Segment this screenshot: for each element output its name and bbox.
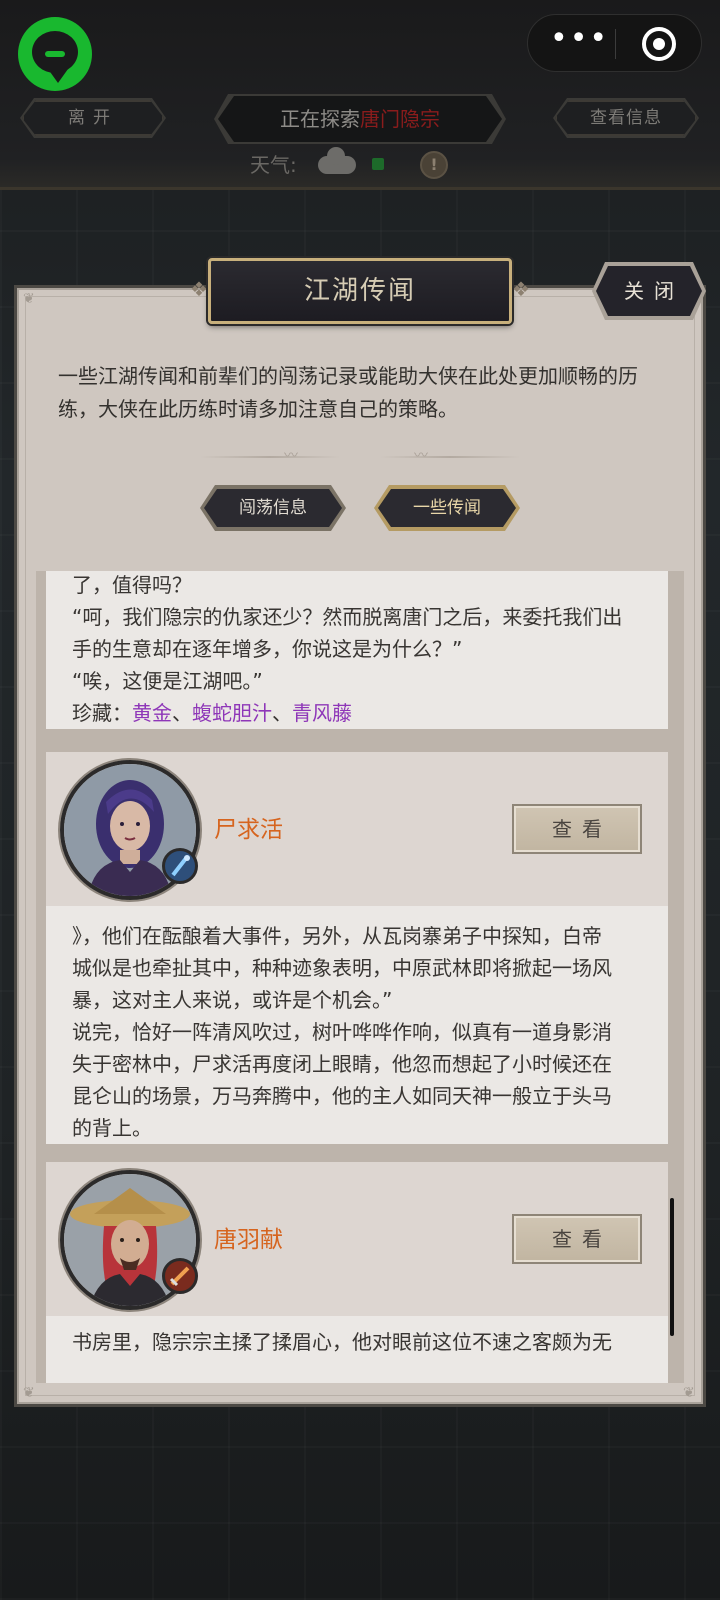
story-line: “唉，这便是江湖吧。”: [72, 669, 263, 693]
mini-program-capsule: •••: [527, 14, 702, 72]
divider-ornament-icon: 〰: [284, 448, 298, 464]
view-info-button[interactable]: 查看信息: [555, 100, 697, 136]
alert-icon[interactable]: !: [420, 151, 448, 179]
chat-logo-icon[interactable]: [18, 17, 92, 91]
story-text: 》，他们在酝酿着大事件，另外，从瓦岗寨弟子中探知，白帝 城似是也牵扯其中，种种迹…: [46, 906, 668, 1144]
exploring-place: 唐门隐宗: [360, 107, 440, 131]
title-ornament-icon: ❖: [512, 277, 530, 301]
treasure-separator: 、: [172, 701, 192, 725]
story-line: 城似是也牵扯其中，种种迹象表明，中原武林即将掀起一场风: [72, 956, 612, 980]
modal-title-plate: 江湖传闻: [208, 258, 512, 324]
divider-ornament-icon: 〰: [414, 448, 428, 464]
more-icon[interactable]: •••: [550, 24, 607, 59]
weapon-badge-icon: [162, 1258, 198, 1294]
leaf-icon: [372, 158, 384, 170]
story-line: 书房里，隐宗宗主揉了揉眉心，他对眼前这位不速之客颇为无: [72, 1330, 612, 1354]
rumor-list[interactable]: 了，值得吗？ “呵，我们隐宗的仇家还少？然而脱离唐门之后，来委托我们出 手的生意…: [36, 571, 684, 1383]
story-text: 了，值得吗？ “呵，我们隐宗的仇家还少？然而脱离唐门之后，来委托我们出 手的生意…: [46, 571, 668, 729]
treasure-line: 珍藏：黄金、蝮蛇胆汁、青风藤: [72, 697, 642, 729]
hero-name: 尸求活: [214, 817, 283, 843]
hero-name: 唐羽献: [214, 1227, 283, 1253]
story-line: “呵，我们隐宗的仇家还少？然而脱离唐门之后，来委托我们出: [72, 605, 623, 629]
story-line: 失于密林中，尸求活再度闭上眼睛，他忽而想起了小时候还在: [72, 1052, 612, 1076]
modal-title: 江湖传闻: [303, 276, 416, 306]
story-line: 了，值得吗？: [72, 573, 192, 597]
treasure-item: 黄金: [132, 701, 172, 725]
cloud-icon: [318, 147, 356, 174]
leave-button[interactable]: 离开: [22, 100, 164, 136]
story-line: 昆仑山的场景，万马奔腾中，他的主人如同天神一般立于头马: [72, 1084, 612, 1108]
corner-ornament-icon: ❦: [23, 1385, 35, 1401]
hero-card: 尸求活 查看: [46, 752, 668, 906]
story-line: 手的生意却在逐年增多，你说这是为什么？”: [72, 637, 463, 661]
treasure-item: 青风藤: [292, 701, 352, 725]
tab-rumors[interactable]: 一些传闻: [378, 489, 516, 527]
corner-ornament-icon: ❦: [683, 1385, 695, 1401]
skill-badge-icon: [162, 848, 198, 884]
story-line: 暴，这对主人来说，或许是个机会。”: [72, 988, 393, 1012]
divider-left: [200, 456, 340, 458]
treasure-prefix: 珍藏：: [72, 701, 132, 725]
story-text: 书房里，隐宗宗主揉了揉眉心，他对眼前这位不速之客颇为无: [46, 1316, 668, 1383]
story-line: 的背上。: [72, 1116, 152, 1140]
exploring-banner: 正在探索唐门隐宗: [218, 96, 502, 142]
close-button[interactable]: 关闭: [596, 266, 702, 316]
story-line: 》，他们在酝酿着大事件，另外，从瓦岗寨弟子中探知，白帝: [72, 924, 602, 948]
treasure-separator: 、: [272, 701, 292, 725]
exploring-prefix: 正在探索: [280, 107, 360, 131]
view-button[interactable]: 查看: [512, 1214, 642, 1264]
tab-adventure-info[interactable]: 闯荡信息: [204, 489, 342, 527]
view-button[interactable]: 查看: [512, 804, 642, 854]
hero-card: 唐羽献 查看: [46, 1162, 668, 1316]
divider-right: [380, 456, 520, 458]
treasure-item: 蝮蛇胆汁: [192, 701, 272, 725]
story-line: 说完，恰好一阵清风吹过，树叶哗哗作响，似真有一道身影消: [72, 1020, 612, 1044]
list-scrollbar[interactable]: [670, 1198, 674, 1336]
title-ornament-icon: ❖: [190, 277, 208, 301]
close-target-icon[interactable]: [642, 27, 676, 61]
corner-ornament-icon: ❦: [23, 291, 35, 307]
modal-intro-text: 一些江湖传闻和前辈们的闯荡记录或能助大侠在此处更加顺畅的历练，大侠在此历练时请多…: [58, 364, 638, 421]
